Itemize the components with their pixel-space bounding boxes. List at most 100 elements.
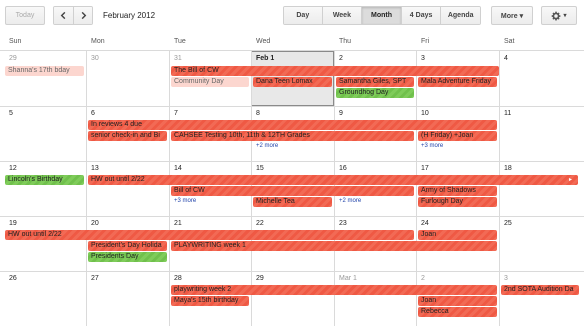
event-chip[interactable]: PLAYWRITING week 1	[171, 241, 497, 251]
event-chip[interactable]: 2nd SOTA Audition Da	[501, 285, 579, 295]
more-events-link[interactable]: +2 more	[339, 198, 361, 204]
more-events-link[interactable]: +3 more	[421, 143, 443, 149]
more-button[interactable]: More ▾	[491, 6, 533, 25]
weekday-header: Mon	[91, 38, 105, 45]
event-chip[interactable]: Michelle Tea	[253, 197, 332, 207]
event-chip[interactable]: The Bill of CW	[171, 66, 499, 76]
day-number[interactable]: 24	[421, 220, 429, 227]
view-switcher: Day Week Month 4 Days Agenda	[283, 6, 481, 25]
view-4days-button[interactable]: 4 Days	[400, 7, 441, 24]
grid-line	[0, 106, 584, 107]
event-chip[interactable]: Furlough Day	[418, 197, 497, 207]
day-number[interactable]: 13	[91, 165, 99, 172]
event-chip[interactable]: Maya's 15th birthday	[171, 296, 249, 306]
settings-button[interactable]: ▾	[541, 6, 577, 25]
day-number[interactable]: 15	[256, 165, 264, 172]
day-number[interactable]: 23	[339, 220, 347, 227]
event-chip[interactable]: HW out until 2/22	[5, 230, 414, 240]
chevron-right-icon	[81, 11, 87, 20]
day-number[interactable]: 17	[421, 165, 429, 172]
day-number[interactable]: 3	[504, 275, 508, 282]
view-month-button[interactable]: Month	[361, 7, 401, 24]
weekday-header: Tue	[174, 38, 186, 45]
day-number[interactable]: 6	[91, 110, 95, 117]
chevron-left-icon	[60, 11, 66, 20]
day-number[interactable]: 25	[504, 220, 512, 227]
grid-line	[0, 216, 584, 217]
day-number[interactable]: 26	[9, 275, 17, 282]
event-chip[interactable]: Army of Shadows	[418, 186, 497, 196]
nav-arrows	[53, 6, 93, 25]
event-chip[interactable]: Joan	[418, 296, 497, 306]
day-number[interactable]: 11	[504, 110, 511, 117]
view-day-button[interactable]: Day	[284, 7, 322, 24]
event-chip[interactable]: Groundhog Day	[336, 88, 414, 98]
grid-line	[169, 50, 170, 326]
more-events-link[interactable]: +3 more	[174, 198, 196, 204]
day-number[interactable]: 30	[91, 55, 99, 62]
day-number[interactable]: Feb 1	[256, 55, 274, 62]
weekday-header: Sat	[504, 38, 515, 45]
gear-icon	[552, 11, 561, 20]
event-chip[interactable]: senior check-in and Bi	[88, 131, 167, 141]
day-number[interactable]: 21	[174, 220, 182, 227]
weekday-header: Thu	[339, 38, 352, 45]
day-number[interactable]: 31	[174, 55, 182, 62]
event-chip[interactable]: Rebecca	[418, 307, 497, 317]
event-chip[interactable]: playwriting week 2	[171, 285, 497, 295]
day-number[interactable]: Mar 1	[339, 275, 357, 282]
event-chip[interactable]: In reviews 4 due	[88, 120, 497, 130]
day-number[interactable]: 4	[504, 55, 508, 62]
event-chip[interactable]: Samantha Giles, SPT	[336, 77, 414, 87]
day-number[interactable]: 12	[9, 165, 17, 172]
day-number[interactable]: 29	[9, 55, 17, 62]
view-agenda-button[interactable]: Agenda	[440, 7, 480, 24]
day-number[interactable]: 2	[339, 55, 343, 62]
event-chip[interactable]: Mala Adventure Friday	[418, 77, 497, 87]
day-number[interactable]: 5	[9, 110, 13, 117]
more-events-link[interactable]: +2 more	[256, 143, 278, 149]
settings-caret: ▾	[563, 13, 567, 19]
prev-button[interactable]	[54, 7, 74, 24]
toolbar: Today February 2012 Day Week Month 4 Day…	[0, 0, 584, 33]
day-number[interactable]: 10	[421, 110, 429, 117]
grid-line	[0, 50, 584, 51]
weekday-header: Fri	[421, 38, 430, 45]
day-number[interactable]: 14	[174, 165, 182, 172]
day-number[interactable]: 20	[91, 220, 99, 227]
day-number[interactable]: 8	[256, 110, 260, 117]
date-range-label: February 2012	[103, 11, 156, 20]
event-chip[interactable]: Presidents Day	[88, 252, 167, 262]
day-number[interactable]: 18	[504, 165, 512, 172]
event-chip[interactable]: CAHSEE Testing 10th, 11th & 12TH Grades	[171, 131, 414, 141]
continues-arrow-icon: ▸	[569, 177, 573, 183]
event-chip[interactable]: (H Friday) +Joan	[418, 131, 497, 141]
day-number[interactable]: 22	[256, 220, 264, 227]
day-number[interactable]: 9	[339, 110, 343, 117]
event-chip[interactable]: Lincoln's Birthday	[5, 175, 84, 185]
day-number[interactable]: 16	[339, 165, 347, 172]
view-week-button[interactable]: Week	[321, 7, 362, 24]
event-chip[interactable]: Community Day	[171, 77, 249, 87]
day-number[interactable]: 7	[174, 110, 178, 117]
next-button[interactable]	[73, 7, 92, 24]
day-number[interactable]: 29	[256, 275, 264, 282]
event-chip[interactable]: President's Day Holida	[88, 241, 167, 251]
grid-line	[0, 161, 584, 162]
day-number[interactable]: 27	[91, 275, 99, 282]
weekday-header: Sun	[9, 38, 22, 45]
event-chip[interactable]: HW out until 2/22	[88, 175, 578, 185]
grid-line	[86, 50, 87, 326]
day-number[interactable]: 2	[421, 275, 425, 282]
event-chip[interactable]: Bill of CW	[171, 186, 414, 196]
day-number[interactable]: 28	[174, 275, 182, 282]
grid-line	[499, 50, 500, 326]
day-number[interactable]: 19	[9, 220, 17, 227]
day-number[interactable]: 3	[421, 55, 425, 62]
event-chip[interactable]: Joan	[418, 230, 497, 240]
grid-line	[0, 271, 584, 272]
today-button[interactable]: Today	[5, 6, 45, 25]
weekday-header: Wed	[256, 38, 271, 45]
event-chip[interactable]: Dana Teen Lomax	[253, 77, 332, 87]
event-chip[interactable]: Shanna's 17th bday	[5, 66, 84, 76]
